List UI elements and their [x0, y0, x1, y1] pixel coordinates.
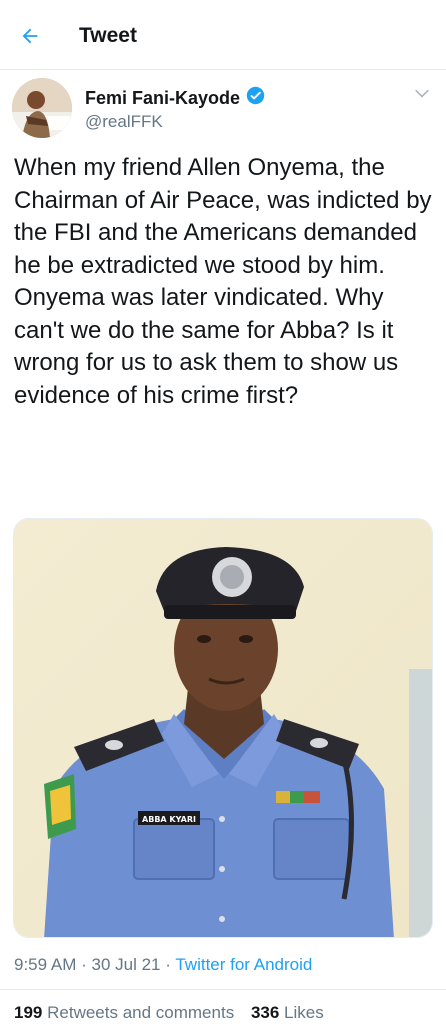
tweet-text: When my friend Allen Onyema, the Chairma…: [14, 154, 432, 409]
avatar[interactable]: [12, 78, 72, 138]
tweet-image[interactable]: ABBA KYARI: [13, 518, 433, 938]
tweet-stats: 199 Retweets and comments 336 Likes: [14, 1003, 324, 1023]
meta-separator: ·: [81, 955, 87, 974]
author-name[interactable]: Femi Fani-Kayode: [85, 88, 240, 109]
retweets-label: Retweets and comments: [47, 1003, 235, 1022]
verified-badge-icon: [246, 86, 265, 110]
tweet-time[interactable]: 9:59 AM: [14, 955, 76, 974]
likes-stat[interactable]: 336 Likes: [251, 1003, 324, 1022]
tweet-source[interactable]: Twitter for Android: [175, 955, 312, 974]
likes-count: 336: [250, 1003, 280, 1022]
chevron-down-icon[interactable]: [412, 84, 432, 104]
author-handle[interactable]: @realFFK: [85, 112, 163, 132]
meta-separator-2: ·: [165, 955, 171, 974]
tweet-meta: 9:59 AM · 30 Jul 21 · Twitter for Androi…: [14, 955, 312, 975]
tweet-date[interactable]: 30 Jul 21: [92, 955, 161, 974]
retweets-count: 199: [14, 1003, 43, 1022]
likes-label: Likes: [284, 1003, 324, 1022]
author-name-row[interactable]: Femi Fani-Kayode: [85, 86, 265, 110]
retweets-stat[interactable]: 199 Retweets and comments: [14, 1003, 239, 1022]
tweet-author: Femi Fani-Kayode @realFFK: [12, 78, 436, 140]
back-arrow-icon[interactable]: [16, 22, 44, 50]
page-title: Tweet: [79, 24, 137, 47]
divider: [0, 989, 446, 990]
name-tag: ABBA KYARI: [142, 815, 196, 824]
top-bar: Tweet: [0, 0, 446, 70]
